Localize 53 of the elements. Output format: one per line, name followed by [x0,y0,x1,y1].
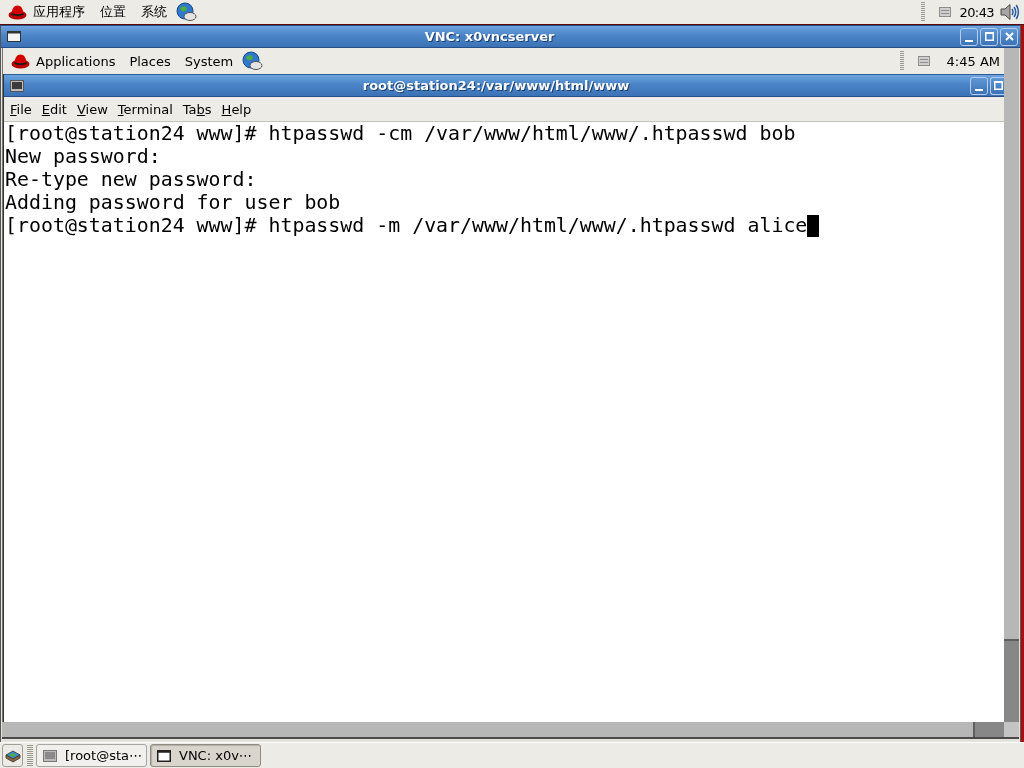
maximize-button[interactable] [980,27,998,46]
device-icon[interactable] [917,56,930,66]
maximize-icon [994,81,1003,90]
panel-menu[interactable]: Applications [36,53,116,69]
menu-item[interactable]: Terminal [117,101,173,117]
drag-handle-icon[interactable] [899,51,904,71]
menu-item[interactable]: View [76,101,108,117]
drag-handle-icon[interactable] [920,2,925,22]
terminal-line: Re-type new password: [5,168,257,191]
minimize-icon [965,39,973,42]
terminal-icon [10,79,24,92]
panel-menu[interactable]: 位置 [100,3,126,21]
maximize-icon [984,32,994,41]
minimize-button[interactable] [960,27,978,46]
scrollbar-corner [1004,722,1019,737]
panel-clock[interactable]: 20:43 [959,4,994,20]
hat-icon[interactable] [8,4,27,20]
window-icon [157,749,171,762]
show-desktop-button[interactable] [2,744,23,767]
menu-item[interactable]: File [10,101,32,117]
device-icon[interactable] [938,7,951,17]
panel-menu[interactable]: System [184,53,234,69]
terminal-line: New password: [5,145,161,168]
panel-menu[interactable]: 应用程序 [33,3,85,21]
hat-icon[interactable] [11,53,30,69]
terminal-line: Adding password for user bob [5,191,341,214]
panel-clock[interactable]: 4:45 AM [946,53,1000,69]
window-titlebar[interactable]: VNC: x0vncserver [1,26,1020,48]
terminal-output[interactable]: [root@station24 www]# htpasswd -cm /var/www/html/www/.htpasswd bob New password: Re-type new password: Adding password for user bob [root@station24 www]# htpasswd -m /var/www/html/www/.htpasswd alice [4,122,1004,722]
terminal-line: [root@station24 www]# htpasswd -m /var/www/html/www/.htpasswd alice [5,214,808,237]
window-title: VNC: x0vncserver [423,29,556,44]
terminal-line: [root@station24 www]# htpasswd -cm /var/www/html/www/.htpasswd bob [5,122,796,145]
taskbar-button[interactable]: VNC: x0v⋯ [150,744,261,767]
minimize-button[interactable] [970,76,988,95]
menu-item[interactable]: Edit [41,101,67,117]
taskbar-button[interactable]: [root@sta⋯ [36,744,147,767]
window-icon [7,31,21,42]
globe-mouse-icon[interactable] [176,2,197,22]
window-title: root@station24:/var/www/html/www [361,78,631,93]
panel-menu[interactable]: Places [129,53,171,69]
desktop-icon [4,748,21,763]
minimize-icon [975,88,983,91]
globe-mouse-icon[interactable] [242,51,264,71]
menu-item[interactable]: Tabs [182,101,212,117]
panel-menu[interactable]: 系统 [141,3,167,21]
close-icon [1004,32,1014,41]
window-titlebar[interactable]: root@station24:/var/www/html/www [4,74,1004,97]
menu-item[interactable]: Help [221,101,252,117]
close-button[interactable] [1000,27,1018,46]
terminal-icon [43,749,57,762]
maximize-button[interactable] [990,76,1004,95]
speaker-icon[interactable] [1000,3,1020,21]
drag-handle-icon[interactable] [27,744,33,767]
